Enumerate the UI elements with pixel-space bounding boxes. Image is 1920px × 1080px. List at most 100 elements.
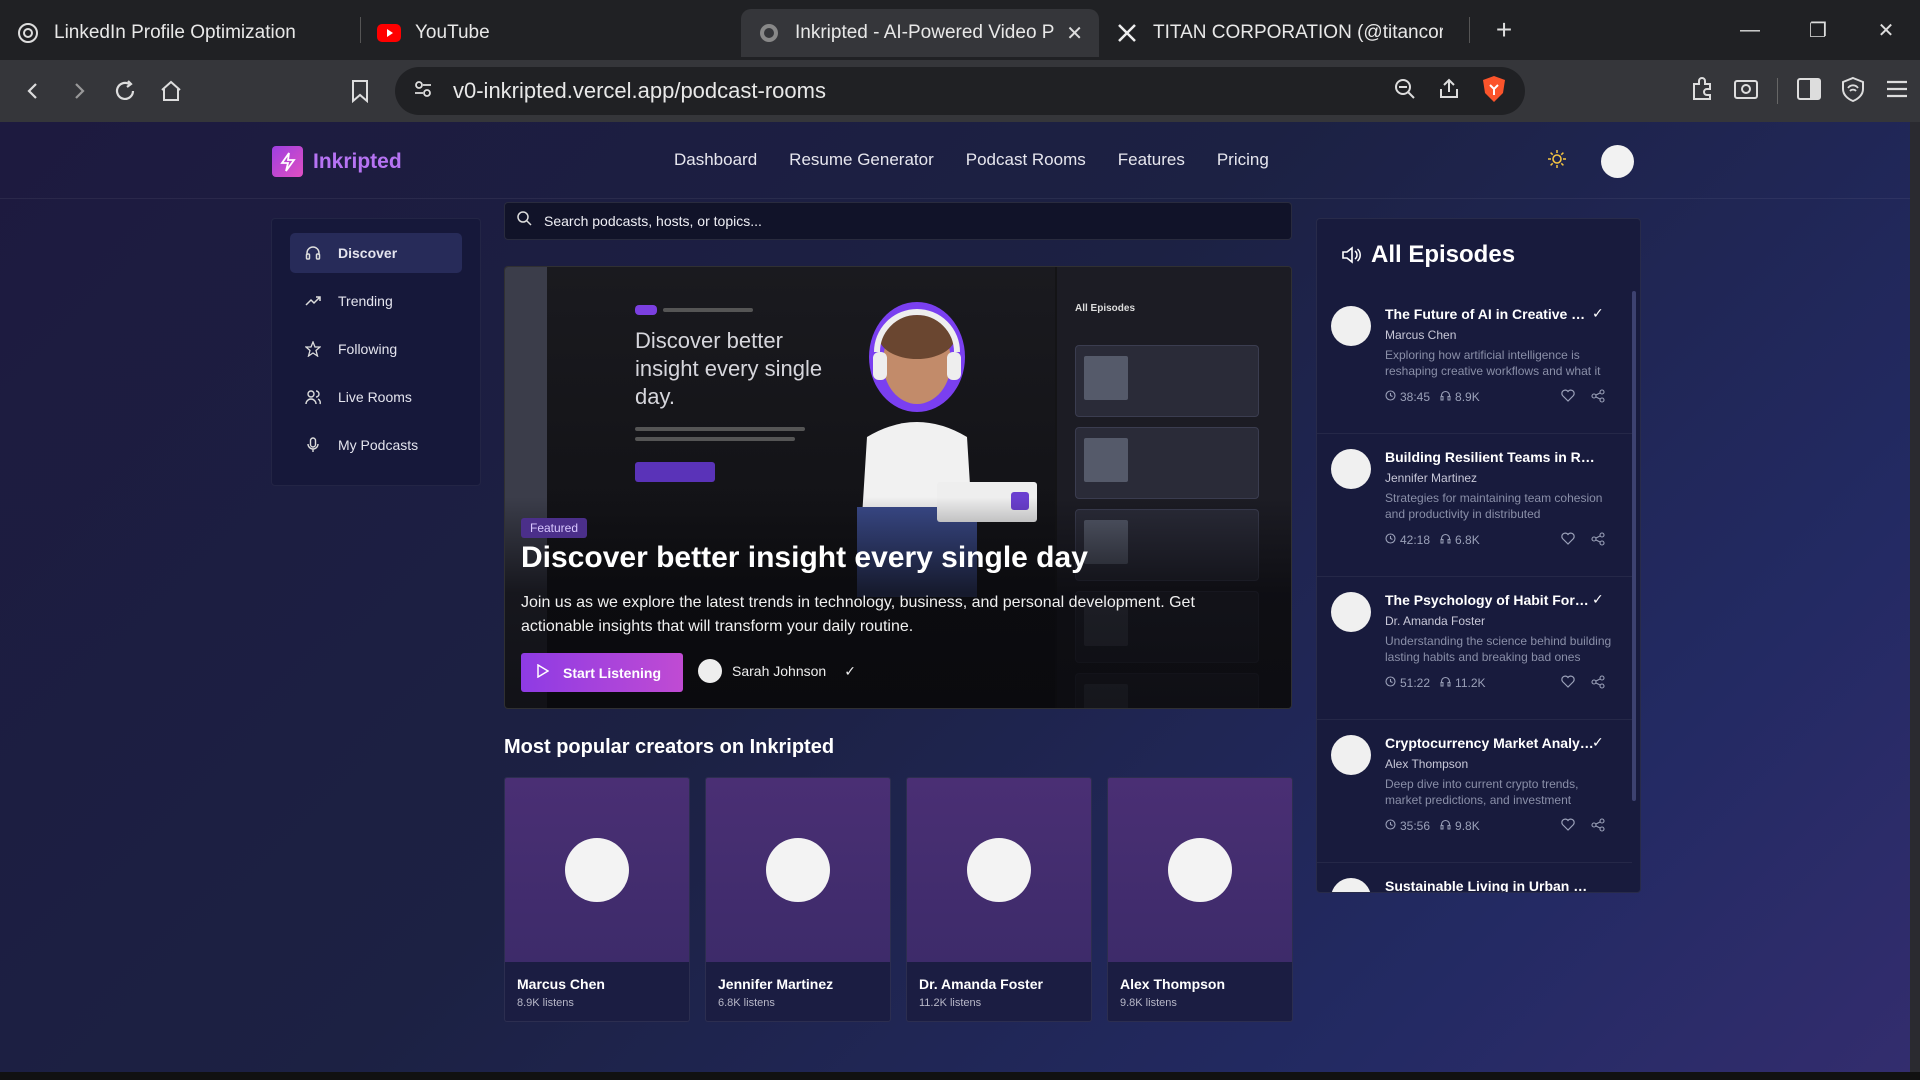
clock-icon: [1385, 819, 1396, 833]
tab-titan-corporation[interactable]: TITAN CORPORATION (@titancorpng: [1099, 9, 1469, 57]
toolbar-divider: [1777, 78, 1778, 104]
search-input[interactable]: [544, 213, 1244, 229]
star-icon: [304, 341, 322, 357]
creator-listens: 9.8K listens: [1120, 997, 1177, 1009]
episode-item[interactable]: Cryptocurrency Market Analysis ✓ Alex Th…: [1317, 720, 1632, 863]
reload-icon[interactable]: [102, 68, 148, 114]
share-icon[interactable]: [1591, 675, 1605, 694]
episode-meta: 38:45 8.9K: [1385, 390, 1480, 404]
creator-card[interactable]: Jennifer Martinez 6.8K listens: [705, 777, 891, 1022]
episode-host: Jennifer Martinez: [1385, 471, 1478, 485]
clock-icon: [1385, 533, 1396, 547]
vpn-icon[interactable]: [1840, 76, 1866, 107]
close-tab-icon[interactable]: ✕: [1066, 21, 1083, 46]
window-controls: — ❐ ✕: [1716, 0, 1920, 60]
headphones-icon: [1440, 390, 1451, 404]
episode-host-avatar: [1331, 735, 1371, 775]
discover-sidebar: Discover Trending Following Live Rooms M…: [271, 218, 481, 486]
hero-host[interactable]: Sarah Johnson ✓: [698, 659, 856, 683]
home-icon[interactable]: [148, 68, 194, 114]
episode-host: Alex Thompson: [1385, 757, 1469, 771]
zoom-icon[interactable]: [1393, 77, 1417, 106]
episode-item[interactable]: The Psychology of Habit Formation ✓ Dr. …: [1317, 577, 1632, 720]
verified-check-icon: ✓: [1592, 734, 1604, 750]
sidebar-item-trending[interactable]: Trending: [290, 281, 462, 321]
new-tab-button[interactable]: +: [1484, 14, 1524, 46]
sidebar-toggle-icon[interactable]: [1796, 76, 1822, 107]
featured-hero: Discover better insight every single day…: [504, 266, 1292, 709]
address-bar[interactable]: v0-inkripted.vercel.app/podcast-rooms: [395, 67, 1525, 115]
minimize-icon[interactable]: —: [1716, 0, 1784, 60]
tab-youtube[interactable]: YouTube: [361, 9, 741, 57]
clock-icon: [1385, 390, 1396, 404]
episode-item[interactable]: Building Resilient Teams in Remote Work …: [1317, 434, 1632, 577]
share-icon[interactable]: [1437, 77, 1461, 106]
share-icon[interactable]: [1591, 532, 1605, 551]
episode-listens: 11.2K: [1455, 676, 1486, 690]
lightning-icon: [272, 146, 303, 177]
episode-item[interactable]: The Future of AI in Creative Workflows ✓…: [1317, 291, 1632, 434]
clock-icon: [1385, 676, 1396, 690]
page-scrollbar[interactable]: [1910, 122, 1920, 1072]
sidebar-item-my-podcasts[interactable]: My Podcasts: [290, 425, 462, 465]
creator-avatar: [565, 838, 629, 902]
search-icon: [517, 211, 532, 231]
forward-icon[interactable]: [56, 68, 102, 114]
episode-listens: 6.8K: [1455, 533, 1480, 547]
nav-podcast-rooms[interactable]: Podcast Rooms: [966, 150, 1086, 170]
close-window-icon[interactable]: ✕: [1852, 0, 1920, 60]
creator-card[interactable]: Marcus Chen 8.9K listens: [504, 777, 690, 1022]
start-listening-label: Start Listening: [563, 664, 662, 681]
episode-meta: 51:22 11.2K: [1385, 676, 1486, 690]
heart-icon[interactable]: [1561, 532, 1575, 551]
episode-listens: 9.8K: [1455, 819, 1480, 833]
menu-icon[interactable]: [1884, 76, 1910, 107]
episodes-header: All Episodes: [1341, 241, 1515, 269]
episodes-scrollbar[interactable]: [1632, 291, 1636, 801]
heart-icon[interactable]: [1561, 818, 1575, 837]
nav-resume-generator[interactable]: Resume Generator: [789, 150, 934, 170]
sidebar-item-following[interactable]: Following: [290, 329, 462, 369]
episode-host: Dr. Amanda Foster: [1385, 614, 1486, 628]
episode-item[interactable]: Sustainable Living in Urban Environments: [1317, 863, 1632, 892]
nav-dashboard[interactable]: Dashboard: [674, 150, 757, 170]
sidebar-item-discover[interactable]: Discover: [290, 233, 462, 273]
sidebar-item-label: Discover: [338, 245, 398, 261]
creator-listens: 11.2K listens: [919, 997, 982, 1009]
bookmark-icon[interactable]: [337, 68, 383, 114]
back-icon[interactable]: [10, 68, 56, 114]
image-text-line: [635, 427, 805, 431]
creator-card[interactable]: Dr. Amanda Foster 11.2K listens: [906, 777, 1092, 1022]
tab-title: YouTube: [415, 22, 490, 43]
sun-icon[interactable]: [1548, 150, 1566, 173]
creators-section-title: Most popular creators on Inkripted: [504, 736, 835, 758]
sidebar-item-label: My Podcasts: [338, 437, 419, 453]
site-header: Inkripted Dashboard Resume Generator Pod…: [0, 122, 1910, 199]
heart-icon[interactable]: [1561, 389, 1575, 408]
site-settings-icon[interactable]: [413, 79, 433, 104]
tab-title: TITAN CORPORATION (@titancorpng: [1153, 22, 1443, 43]
nav-features[interactable]: Features: [1118, 150, 1185, 170]
verified-check-icon: ✓: [1592, 591, 1604, 607]
user-avatar[interactable]: [1601, 145, 1634, 178]
creator-name: Alex Thompson: [1120, 976, 1226, 992]
image-heading: Discover better insight every single day…: [635, 328, 823, 409]
share-icon[interactable]: [1591, 818, 1605, 837]
tab-inkripted[interactable]: Inkripted - AI-Powered Video Pro ✕: [741, 9, 1099, 57]
heart-icon[interactable]: [1561, 675, 1575, 694]
restore-icon[interactable]: ❐: [1784, 0, 1852, 60]
episode-host-avatar: [1331, 306, 1371, 346]
speaker-icon: [1341, 246, 1361, 264]
tab-linkedin-profile[interactable]: LinkedIn Profile Optimization: [0, 9, 360, 57]
share-icon[interactable]: [1591, 389, 1605, 408]
brand-logo[interactable]: Inkripted: [272, 146, 402, 177]
wallet-icon[interactable]: [1733, 76, 1759, 107]
start-listening-button[interactable]: Start Listening: [521, 653, 683, 692]
creator-name: Dr. Amanda Foster: [919, 976, 1043, 992]
brave-shield-icon[interactable]: [1481, 75, 1507, 108]
sidebar-item-live-rooms[interactable]: Live Rooms: [290, 377, 462, 417]
nav-pricing[interactable]: Pricing: [1217, 150, 1269, 170]
headphones-icon: [1440, 676, 1451, 690]
extensions-icon[interactable]: [1689, 76, 1715, 107]
creator-card[interactable]: Alex Thompson 9.8K listens: [1107, 777, 1293, 1022]
